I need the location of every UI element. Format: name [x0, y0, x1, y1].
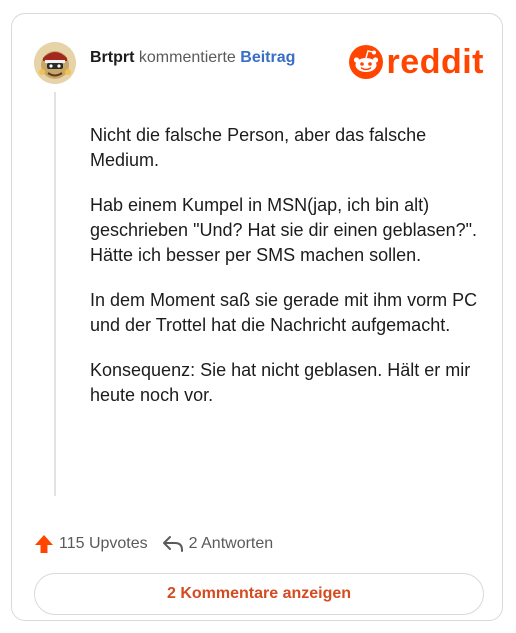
replies-button[interactable]: 2 Antworten: [162, 535, 274, 553]
comment-card: Brtprt kommentierte Beitrag reddit Nicht…: [11, 13, 503, 621]
brand-logo: reddit: [348, 42, 484, 82]
upvote-count: 115 Upvotes: [59, 535, 148, 552]
upvote-arrow-icon: [35, 535, 53, 553]
comment-footer: 115 Upvotes 2 Antworten: [34, 531, 287, 557]
reply-arrow-icon: [162, 536, 183, 552]
replies-count: 2 Antworten: [188, 535, 274, 552]
comment-paragraph: Nicht die falsche Person, aber das falsc…: [90, 125, 427, 170]
post-link[interactable]: Beitrag: [240, 49, 295, 66]
show-comments-button[interactable]: 2 Kommentare anzeigen: [34, 573, 484, 615]
comment-paragraph: In dem Moment saß sie gerade mit ihm vor…: [90, 290, 478, 335]
comment-paragraph: Konsequenz: Sie hat nicht geblasen. Hält…: [90, 360, 471, 405]
brand-wordmark: reddit: [386, 43, 484, 81]
author-line: Brtprt kommentierte Beitrag: [90, 49, 295, 67]
author-action: kommentierte: [138, 49, 236, 66]
reddit-snoo-icon: [348, 45, 383, 79]
comment-body: Nicht die falsche Person, aber das falsc…: [90, 123, 482, 428]
thread-line[interactable]: [54, 92, 56, 496]
author-name[interactable]: Brtprt: [90, 49, 134, 66]
avatar[interactable]: [34, 42, 76, 84]
upvote-button[interactable]: 115 Upvotes: [34, 534, 148, 554]
comment-paragraph: Hab einem Kumpel in MSN(jap, ich bin alt…: [90, 195, 478, 265]
avatar-image: [34, 42, 76, 84]
comment-header: Brtprt kommentierte Beitrag reddit: [34, 42, 484, 86]
